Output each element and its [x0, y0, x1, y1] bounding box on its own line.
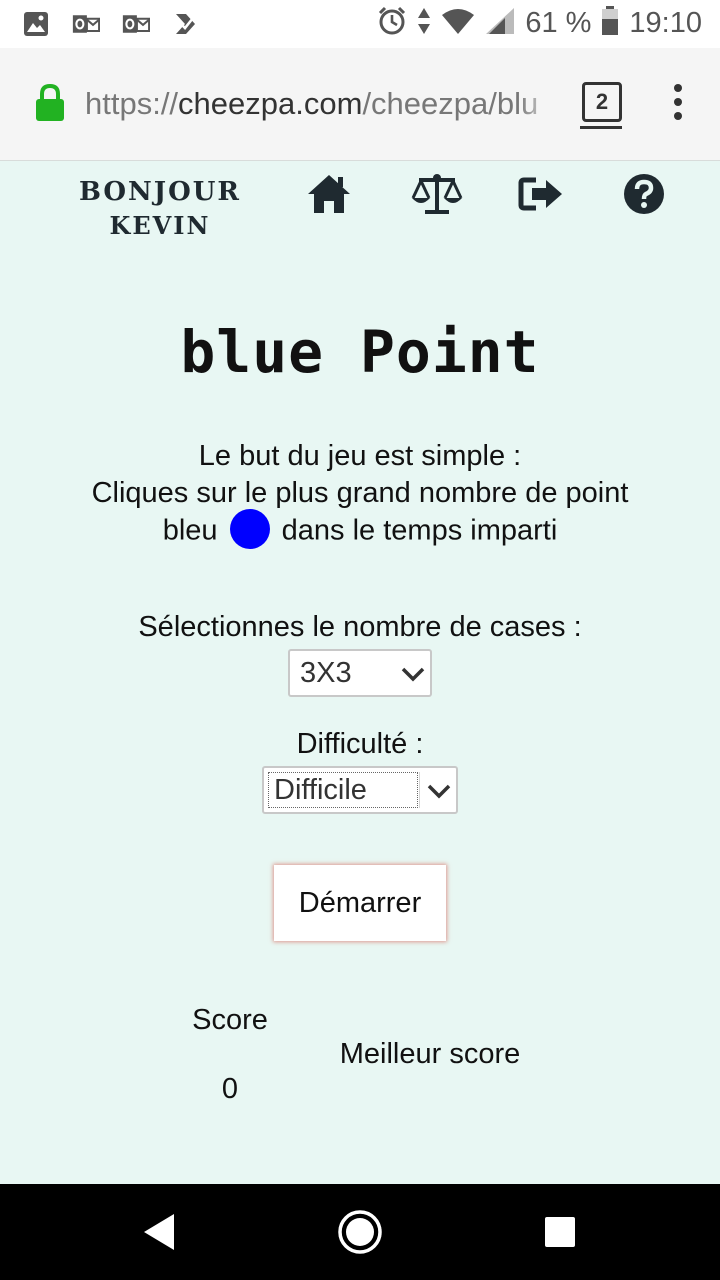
cases-label: Sélectionnes le nombre de cases : [138, 611, 582, 643]
status-system-icons: 61 % 19:10 [377, 6, 702, 41]
greeting-line-2: Kevin [109, 211, 211, 240]
difficulty-select[interactable]: Difficile [262, 766, 458, 814]
chevron-down-icon [400, 661, 426, 685]
instructions-line-2: Cliques sur le plus grand nombre de poin… [91, 477, 629, 509]
start-button[interactable]: Démarrer [274, 865, 446, 941]
sign-out-icon[interactable] [518, 172, 566, 216]
page-title: blue Point [180, 318, 540, 386]
battery-icon [601, 6, 619, 41]
blue-point-icon [229, 509, 270, 549]
back-icon[interactable] [136, 1208, 184, 1256]
tab-switcher-underline [580, 126, 622, 129]
help-circle-icon[interactable] [622, 172, 670, 216]
outlook-icon [72, 10, 100, 38]
best-score-label: Meilleur score [339, 1038, 521, 1070]
alarm-icon [377, 6, 407, 41]
score-value: 0 [221, 1073, 239, 1105]
check-app-icon [172, 10, 200, 38]
cases-select[interactable]: 3X3 [288, 649, 432, 697]
url-bar[interactable]: https://cheezpa.com/cheezpa/blu [85, 84, 558, 124]
cases-select-value: 3X3 [300, 657, 352, 689]
tab-switcher-button[interactable]: 2 [582, 82, 622, 122]
url-path: /cheezpa/blu [362, 86, 539, 121]
wifi-icon [441, 7, 475, 40]
instructions-line-3-start: bleu [162, 514, 218, 547]
select-divider [419, 772, 420, 808]
status-bar: 61 % 19:10 [0, 0, 720, 48]
clock-time: 19:10 [629, 7, 702, 39]
overflow-menu-icon[interactable] [672, 84, 684, 124]
battery-percentage: 61 % [525, 7, 592, 39]
browser-toolbar: https://cheezpa.com/cheezpa/blu 2 [0, 48, 720, 161]
recents-icon[interactable] [536, 1208, 584, 1256]
url-scheme: https:// [85, 86, 179, 121]
url-host: cheezpa.com [178, 86, 363, 121]
game-instructions: Le but du jeu est simple : Cliques sur l… [40, 438, 680, 552]
lock-icon [34, 83, 68, 124]
home-icon[interactable] [305, 172, 353, 216]
greeting: Bonjour Kevin [40, 175, 280, 243]
system-navigation-bar [0, 1184, 720, 1280]
difficulty-select-value: Difficile [274, 774, 367, 806]
instructions-line-3: bleu dans le temps imparti [40, 509, 680, 552]
chevron-down-icon [426, 778, 452, 802]
instructions-line-3-end: dans le temps imparti [281, 514, 558, 547]
data-arrows-icon [417, 6, 431, 41]
outlook-icon [122, 10, 150, 38]
image-icon [22, 10, 50, 38]
status-notification-icons [22, 10, 200, 38]
home-icon[interactable] [336, 1208, 384, 1256]
score-label: Score [192, 1004, 268, 1036]
url-fade [518, 84, 558, 124]
difficulty-label: Difficulté : [296, 728, 424, 760]
signal-icon [485, 7, 515, 40]
instructions-line-1: Le but du jeu est simple : [198, 440, 522, 472]
greeting-line-1: Bonjour [78, 177, 242, 207]
balance-scale-icon[interactable] [411, 172, 463, 216]
